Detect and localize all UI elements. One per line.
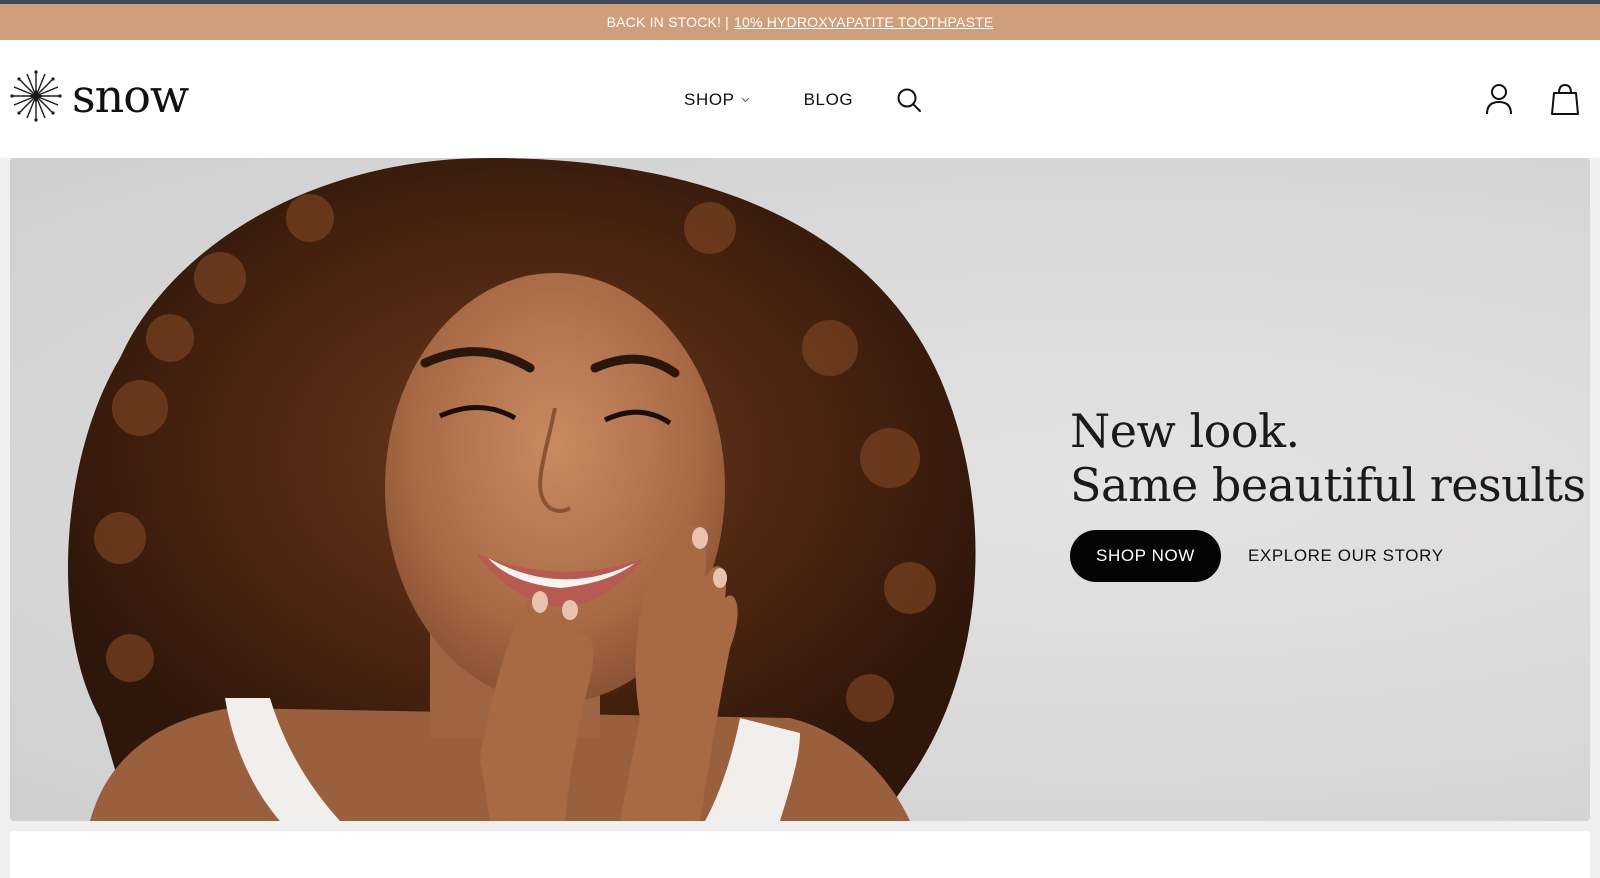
announcement-link[interactable]: 10% HYDROXYAPATITE TOOTHPASTE: [734, 14, 993, 30]
nav-shop[interactable]: SHOP: [684, 90, 750, 110]
chevron-down-icon: [741, 97, 749, 103]
nav-blog-label: BLOG: [803, 90, 854, 109]
snowflake-logo-icon: [10, 70, 62, 122]
search-icon: [897, 88, 922, 112]
announcement-bar: BACK IN STOCK! | 10% HYDROXYAPATITE TOOT…: [0, 4, 1600, 40]
logo[interactable]: snow: [10, 69, 189, 123]
account-button[interactable]: [1484, 82, 1514, 116]
shop-now-button[interactable]: SHOP NOW: [1070, 530, 1221, 582]
announcement-prefix: BACK IN STOCK!: [606, 14, 722, 30]
cart-button[interactable]: [1550, 82, 1580, 116]
hero-banner: New look. Same beautiful results SHOP NO…: [10, 158, 1590, 821]
hero-headline-line1: New look.: [1070, 404, 1300, 458]
hero-copy: New look. Same beautiful results SHOP NO…: [1070, 404, 1586, 582]
hero-headline-line2: Same beautiful results: [1070, 458, 1586, 512]
main-nav: SHOP BLOG: [684, 86, 923, 114]
hero-headline: New look. Same beautiful results: [1070, 404, 1586, 512]
nav-shop-label: SHOP: [684, 90, 735, 109]
hero-model-photo: [67, 158, 976, 821]
announcement-separator: |: [725, 14, 729, 30]
site-header: snow SHOP BLOG: [0, 40, 1600, 158]
logo-wordmark: snow: [72, 69, 189, 123]
shopping-bag-icon: [1551, 83, 1579, 115]
nav-blog[interactable]: BLOG: [804, 90, 854, 110]
next-section: [10, 831, 1590, 878]
search-button[interactable]: [895, 86, 923, 114]
explore-our-story-link[interactable]: EXPLORE OUR STORY: [1248, 546, 1444, 566]
account-icon: [1486, 84, 1512, 115]
hero-cta-row: SHOP NOW EXPLORE OUR STORY: [1070, 530, 1586, 582]
